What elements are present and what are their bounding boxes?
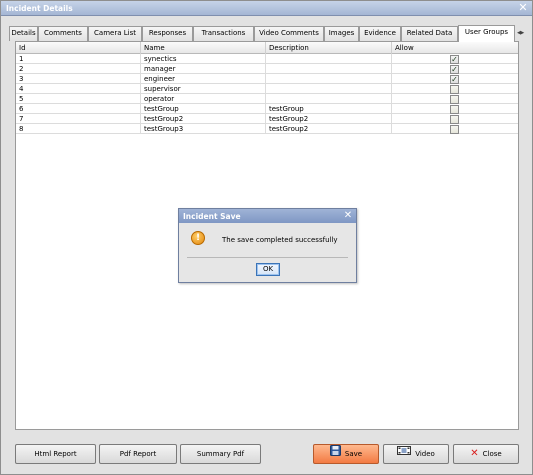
cell-description bbox=[266, 54, 392, 64]
red-x-icon: ✕ bbox=[470, 448, 479, 459]
cell-description: testGroup2 bbox=[266, 114, 392, 124]
tab-camera-list[interactable]: Camera List bbox=[88, 26, 142, 41]
allow-checkbox[interactable] bbox=[450, 125, 459, 134]
dialog-message: The save completed successfully bbox=[222, 236, 338, 244]
table-row[interactable]: 8 testGroup3 testGroup2 bbox=[16, 124, 518, 134]
allow-checkbox[interactable] bbox=[450, 105, 459, 114]
tab-images[interactable]: Images bbox=[324, 26, 359, 41]
allow-checkbox[interactable] bbox=[450, 115, 459, 124]
tab-strip: Details Comments Camera List Responses T… bbox=[9, 25, 526, 42]
cell-id: 8 bbox=[16, 124, 141, 134]
allow-checkbox-checked[interactable]: ✓ bbox=[450, 55, 459, 64]
film-icon bbox=[397, 445, 412, 463]
warning-icon: ! bbox=[191, 231, 205, 245]
table-row[interactable]: 3 engineer ✓ bbox=[16, 74, 518, 84]
tab-scroll-arrows-icon[interactable]: ◀ ▶ bbox=[517, 28, 526, 38]
cell-name: testGroup3 bbox=[141, 124, 266, 134]
tab-video-comments[interactable]: Video Comments bbox=[254, 26, 324, 41]
table-row[interactable]: 7 testGroup2 testGroup2 bbox=[16, 114, 518, 124]
incident-save-dialog: Incident Save ✕ ! The save completed suc… bbox=[178, 208, 357, 283]
allow-checkbox[interactable] bbox=[450, 85, 459, 94]
close-label: Close bbox=[482, 450, 502, 458]
cell-id: 4 bbox=[16, 84, 141, 94]
cell-name: manager bbox=[141, 64, 266, 74]
title-bar: Incident Details ✕ bbox=[1, 1, 532, 16]
dialog-close-icon[interactable]: ✕ bbox=[343, 209, 353, 223]
tab-transactions[interactable]: Transactions bbox=[193, 26, 254, 41]
dialog-title: Incident Save bbox=[183, 212, 241, 221]
cell-name: synectics bbox=[141, 54, 266, 64]
window-close-icon[interactable]: ✕ bbox=[517, 1, 529, 15]
cell-name: supervisor bbox=[141, 84, 266, 94]
cell-name: testGroup2 bbox=[141, 114, 266, 124]
dialog-separator bbox=[187, 257, 348, 258]
column-header-description[interactable]: Description bbox=[266, 42, 392, 54]
pdf-report-label: Pdf Report bbox=[119, 450, 157, 458]
video-label: Video bbox=[415, 450, 435, 458]
floppy-disk-icon bbox=[329, 445, 341, 463]
html-report-label: Html Report bbox=[34, 450, 77, 458]
incident-details-window: Incident Details ✕ Details Comments Came… bbox=[0, 0, 533, 475]
table-row[interactable]: 6 testGroup testGroup bbox=[16, 104, 518, 114]
column-header-id[interactable]: Id bbox=[16, 42, 141, 54]
tab-user-groups[interactable]: User Groups bbox=[458, 25, 515, 42]
summary-pdf-label: Summary Pdf bbox=[196, 450, 245, 458]
table-row[interactable]: 5 operator bbox=[16, 94, 518, 104]
cell-name: operator bbox=[141, 94, 266, 104]
table-row[interactable]: 4 supervisor bbox=[16, 84, 518, 94]
save-label: Save bbox=[344, 450, 363, 458]
cell-name: testGroup bbox=[141, 104, 266, 114]
allow-checkbox[interactable] bbox=[450, 95, 459, 104]
ok-button[interactable]: OK bbox=[256, 263, 280, 276]
dialog-title-bar: Incident Save ✕ bbox=[179, 209, 356, 223]
cell-description: testGroup bbox=[266, 104, 392, 114]
summary-pdf-button[interactable]: Summary Pdf bbox=[180, 444, 261, 464]
cell-name: engineer bbox=[141, 74, 266, 84]
tab-related-data[interactable]: Related Data bbox=[401, 26, 458, 41]
cell-description bbox=[266, 94, 392, 104]
cell-description bbox=[266, 64, 392, 74]
allow-checkbox-checked[interactable]: ✓ bbox=[450, 65, 459, 74]
table-row[interactable]: 2 manager ✓ bbox=[16, 64, 518, 74]
html-report-button[interactable]: Html Report bbox=[15, 444, 96, 464]
window-title: Incident Details bbox=[6, 4, 73, 13]
column-header-name[interactable]: Name bbox=[141, 42, 266, 54]
tab-details[interactable]: Details bbox=[9, 26, 38, 41]
grid-header: Id Name Description Allow bbox=[16, 42, 518, 54]
tab-evidence[interactable]: Evidence bbox=[359, 26, 401, 41]
allow-checkbox-checked[interactable]: ✓ bbox=[450, 75, 459, 84]
tab-comments[interactable]: Comments bbox=[38, 26, 88, 41]
cell-description bbox=[266, 84, 392, 94]
cell-id: 5 bbox=[16, 94, 141, 104]
table-row[interactable]: 1 synectics ✓ bbox=[16, 54, 518, 64]
video-button[interactable]: Video bbox=[383, 444, 449, 464]
cell-id: 2 bbox=[16, 64, 141, 74]
save-button[interactable]: Save bbox=[313, 444, 379, 464]
cell-id: 3 bbox=[16, 74, 141, 84]
tab-responses[interactable]: Responses bbox=[142, 26, 193, 41]
cell-description bbox=[266, 74, 392, 84]
cell-id: 1 bbox=[16, 54, 141, 64]
cell-id: 7 bbox=[16, 114, 141, 124]
close-button[interactable]: ✕ Close bbox=[453, 444, 519, 464]
pdf-report-button[interactable]: Pdf Report bbox=[99, 444, 177, 464]
cell-id: 6 bbox=[16, 104, 141, 114]
cell-description: testGroup2 bbox=[266, 124, 392, 134]
column-header-allow[interactable]: Allow bbox=[392, 42, 518, 54]
